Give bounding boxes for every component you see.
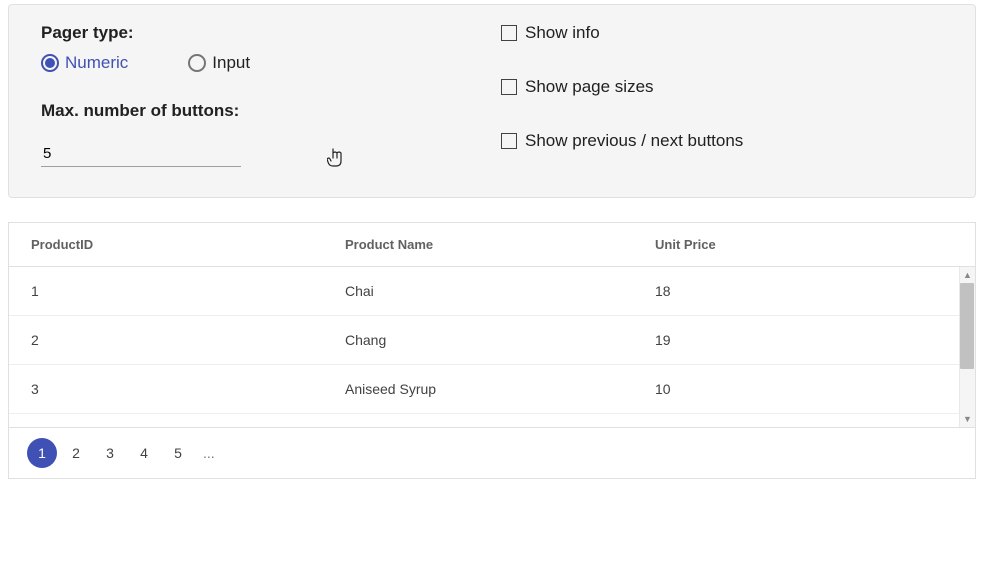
cell-unitprice: 18 — [639, 267, 975, 316]
page-button-3[interactable]: 3 — [95, 438, 125, 468]
table-row[interactable]: 2 Chang 19 — [9, 316, 975, 365]
scroll-thumb[interactable] — [960, 283, 974, 369]
checkbox-show-prev-next[interactable]: Show previous / next buttons — [501, 131, 943, 151]
cell-productid: 3 — [9, 365, 329, 414]
cell-productname: Aniseed Syrup — [329, 365, 639, 414]
max-buttons-input[interactable] — [41, 141, 241, 167]
checkbox-show-prev-next-label: Show previous / next buttons — [525, 131, 743, 151]
column-header-productname[interactable]: Product Name — [329, 223, 639, 267]
checkbox-icon — [501, 25, 517, 41]
cell-productname: Chang — [329, 316, 639, 365]
column-header-productid[interactable]: ProductID — [9, 223, 329, 267]
page-button-4[interactable]: 4 — [129, 438, 159, 468]
data-grid: ProductID Product Name Unit Price 1 Chai… — [8, 222, 976, 479]
radio-input-label: Input — [212, 53, 250, 73]
radio-icon — [41, 54, 59, 72]
grid-body-scroll: 1 Chai 18 2 Chang 19 3 Aniseed Syrup 10 … — [9, 267, 975, 427]
checkbox-icon — [501, 79, 517, 95]
page-button-5[interactable]: 5 — [163, 438, 193, 468]
radio-input[interactable]: Input — [188, 53, 250, 73]
radio-numeric[interactable]: Numeric — [41, 53, 128, 73]
radio-icon — [188, 54, 206, 72]
column-header-unitprice[interactable]: Unit Price — [639, 223, 975, 267]
config-right-column: Show info Show page sizes Show previous … — [501, 23, 943, 167]
page-button-1[interactable]: 1 — [27, 438, 57, 468]
table-row[interactable]: 1 Chai 18 — [9, 267, 975, 316]
checkbox-show-page-sizes[interactable]: Show page sizes — [501, 77, 943, 97]
cell-unitprice: 10 — [639, 365, 975, 414]
checkbox-show-info[interactable]: Show info — [501, 23, 943, 43]
table-row[interactable]: 3 Aniseed Syrup 10 — [9, 365, 975, 414]
checkbox-show-info-label: Show info — [525, 23, 600, 43]
cell-productid: 1 — [9, 267, 329, 316]
config-panel: Pager type: Numeric Input Max. number of… — [8, 4, 976, 198]
vertical-scrollbar[interactable]: ▲ ▼ — [959, 267, 975, 427]
scroll-down-icon[interactable]: ▼ — [960, 411, 975, 427]
cell-productid: 2 — [9, 316, 329, 365]
checkbox-show-page-sizes-label: Show page sizes — [525, 77, 654, 97]
pager-type-label: Pager type: — [41, 23, 501, 43]
checkbox-icon — [501, 133, 517, 149]
pager: 1 2 3 4 5 ... — [9, 427, 975, 478]
pager-type-radiogroup: Numeric Input — [41, 53, 501, 73]
grid-table: ProductID Product Name Unit Price — [9, 223, 975, 267]
max-buttons-label: Max. number of buttons: — [41, 101, 501, 121]
cell-productname: Chai — [329, 267, 639, 316]
page-button-2[interactable]: 2 — [61, 438, 91, 468]
config-left-column: Pager type: Numeric Input Max. number of… — [41, 23, 501, 167]
page-more-button[interactable]: ... — [197, 445, 221, 461]
cell-unitprice: 19 — [639, 316, 975, 365]
scroll-up-icon[interactable]: ▲ — [960, 267, 975, 283]
table-header-row: ProductID Product Name Unit Price — [9, 223, 975, 267]
radio-numeric-label: Numeric — [65, 53, 128, 73]
